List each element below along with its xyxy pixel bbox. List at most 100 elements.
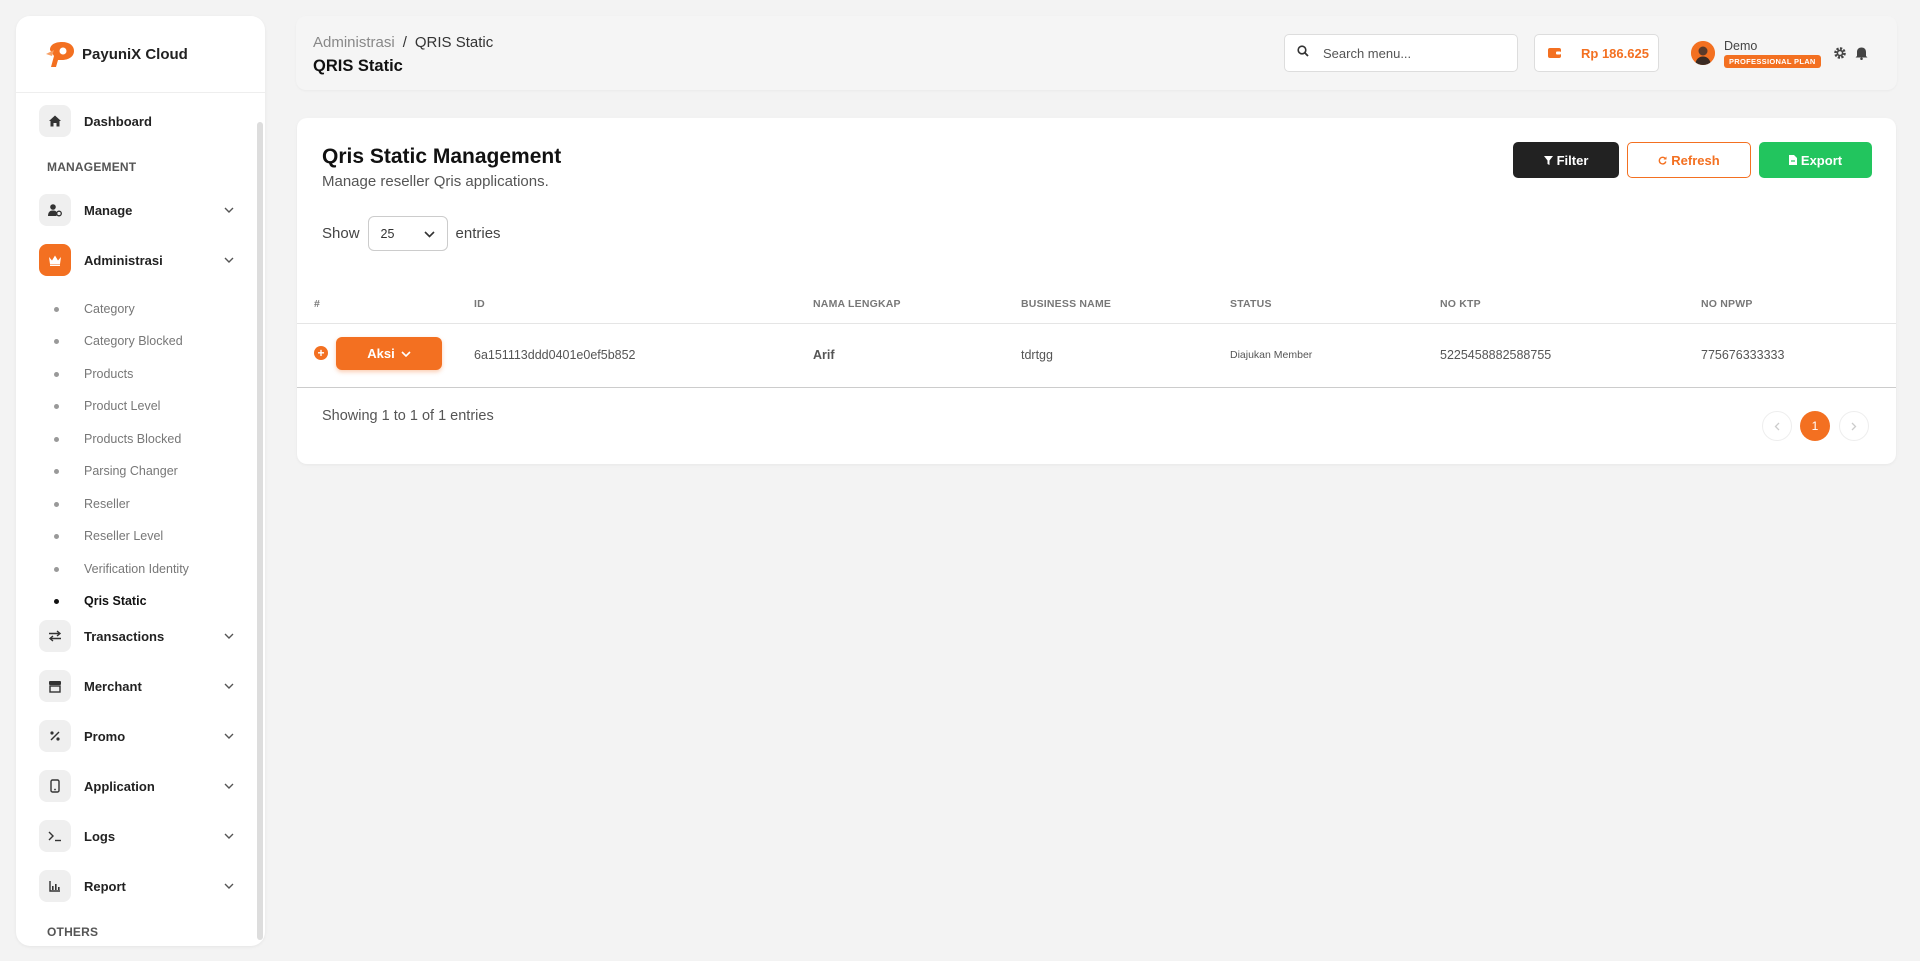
bullet-icon [54,501,59,507]
sidebar-scrollbar[interactable] [257,122,263,940]
refresh-button[interactable]: Refresh [1627,142,1751,178]
user-gear-icon [39,194,71,226]
plan-badge: PROFESSIONAL PLAN [1724,55,1821,68]
entries-value: 25 [380,226,395,241]
column-header[interactable]: NO NPWP [1701,298,1753,310]
sidebar-subitem-parsing-changer[interactable]: Parsing Changer [54,461,178,481]
pagination-prev[interactable] [1762,411,1792,441]
bell-icon[interactable] [1855,46,1869,61]
sidebar-item-application[interactable]: Application [39,769,237,803]
section-label-others: OTHERS [47,925,99,939]
subitem-label: Category Blocked [84,334,183,348]
subitem-label: Products Blocked [84,432,182,446]
sidebar-item-label: Manage [84,202,133,218]
breadcrumb-separator: / [402,34,407,51]
wallet-icon [1548,46,1561,61]
sidebar-item-label: Merchant [84,678,142,694]
export-button[interactable]: Export [1759,142,1872,178]
sidebar-item-report[interactable]: Report [39,869,237,903]
bullet-icon [54,533,59,539]
sidebar-item-label: Transactions [84,628,165,644]
entries-label: entries [455,225,501,242]
bullet-icon [54,436,59,442]
table-info: Showing 1 to 1 of 1 entries [322,408,494,424]
pagination-page[interactable]: 1 [1800,411,1830,441]
column-header[interactable]: # [314,298,320,310]
subitem-label: Category [84,302,135,316]
filter-label: Filter [1556,152,1589,168]
sidebar-item-manage[interactable]: Manage [39,193,237,227]
aksi-label: Aksi [367,346,395,361]
sidebar-item-promo[interactable]: Promo [39,719,237,753]
sidebar-subitem-products[interactable]: Products [54,364,133,384]
chevron-down-icon [221,828,237,844]
sidebar-item-label: Dashboard [84,113,152,129]
show-label: Show [322,225,360,242]
sidebar-item-label: Administrasi [84,252,163,268]
cell-id: 6a151113ddd0401e0ef5b852 [474,348,636,362]
sidebar: PayuniX Cloud Dashboard MANAGEMENT Manag… [16,16,265,946]
sidebar-item-dashboard[interactable]: Dashboard [39,104,237,138]
bullet-icon [54,403,59,409]
breadcrumb: Administrasi / QRIS Static [313,34,493,51]
page-title: QRIS Static [313,57,403,75]
subitem-label: Reseller [84,497,130,511]
cell-npwp: 775676333333 [1701,348,1785,362]
chevron-down-icon [221,678,237,694]
sidebar-subitem-reseller-level[interactable]: Reseller Level [54,526,163,546]
column-header[interactable]: NAMA LENGKAP [813,298,901,310]
gear-icon[interactable] [1833,46,1847,60]
pagination-next[interactable] [1839,411,1869,441]
expand-row-icon[interactable]: + [314,346,328,360]
chevron-left-icon [1774,422,1780,430]
chevron-right-icon [1851,422,1857,430]
sidebar-subitem-reseller[interactable]: Reseller [54,494,130,514]
subitem-label: Products [84,367,134,381]
subitem-label: Parsing Changer [84,464,178,478]
sidebar-subitem-qris-static[interactable]: Qris Static [54,591,147,611]
brand-name: PayuniX Cloud [82,45,188,63]
bullet-icon [54,371,59,377]
qris-static-card: Qris Static Management Manage reseller Q… [297,118,1896,464]
subitem-label: Verification Identity [84,562,189,576]
bullet-icon [54,468,59,474]
sidebar-subitem-verification-identity[interactable]: Verification Identity [54,559,189,579]
cell-business: tdrtgg [1021,348,1053,362]
column-header[interactable]: ID [474,298,485,310]
sidebar-item-merchant[interactable]: Merchant [39,669,237,703]
chevron-down-icon [221,878,237,894]
sidebar-subitem-product-level[interactable]: Product Level [54,396,160,416]
balance-button[interactable]: Rp 186.625 [1534,34,1659,72]
breadcrumb-parent[interactable]: Administrasi [313,34,395,51]
cell-ktp: 5225458882588755 [1440,348,1552,362]
aksi-dropdown-button[interactable]: Aksi [336,337,442,370]
bullet-icon [54,338,59,344]
top-header: Administrasi / QRIS Static QRIS Static R… [296,16,1897,90]
sidebar-item-administrasi[interactable]: Administrasi [39,243,237,277]
sidebar-item-transactions[interactable]: Transactions [39,619,237,653]
sidebar-item-logs[interactable]: Logs [39,819,237,853]
entries-select[interactable]: 25 [367,216,448,251]
sidebar-subitem-category-blocked[interactable]: Category Blocked [54,331,183,351]
bullet-icon [54,598,59,604]
sidebar-subitem-category[interactable]: Category [54,299,135,319]
search-box[interactable] [1284,34,1518,72]
table-header: # ID NAMA LENGKAP BUSINESS NAME STATUS N… [297,286,1896,324]
avatar[interactable] [1691,41,1715,65]
column-header[interactable]: BUSINESS NAME [1021,298,1111,310]
search-input[interactable] [1323,45,1493,61]
bullet-icon [54,306,59,312]
balance-amount: Rp 186.625 [1581,45,1649,61]
column-header[interactable]: NO KTP [1440,298,1481,310]
brand[interactable]: PayuniX Cloud [16,16,265,93]
sidebar-subitem-products-blocked[interactable]: Products Blocked [54,429,181,449]
percent-icon [39,720,71,752]
chevron-down-icon [221,628,237,644]
chevron-down-icon [423,227,435,241]
sidebar-item-label: Promo [84,728,126,744]
filter-button[interactable]: Filter [1513,142,1619,178]
entries-selector-row: Show 25 entries [322,216,501,251]
column-header[interactable]: STATUS [1230,298,1272,310]
cell-nama: Arif [813,348,835,362]
subitem-label: Qris Static [84,594,147,608]
